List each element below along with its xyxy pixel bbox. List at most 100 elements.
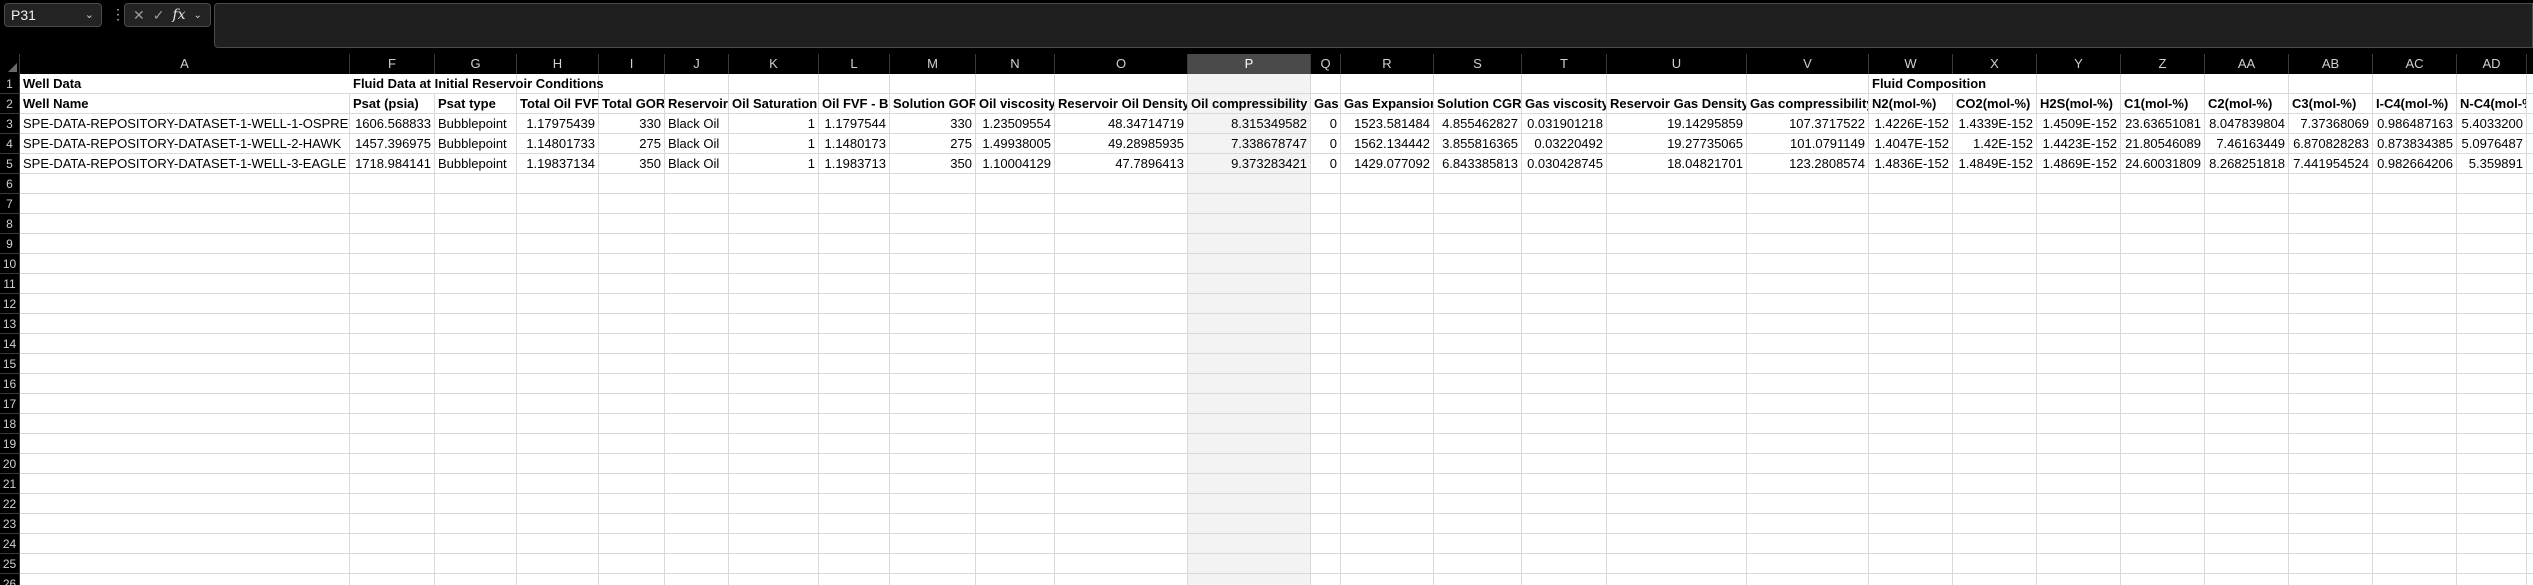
cell-o8[interactable] — [1055, 214, 1188, 233]
cell-a10[interactable] — [20, 254, 350, 273]
cell-q16[interactable] — [1311, 374, 1341, 393]
cell-t13[interactable] — [1522, 314, 1607, 333]
cell-r21[interactable] — [1341, 474, 1434, 493]
cell-w20[interactable] — [1869, 454, 1953, 473]
cell-s25[interactable] — [1434, 554, 1522, 573]
cell-a8[interactable] — [20, 214, 350, 233]
cell-v7[interactable] — [1747, 194, 1869, 213]
cell-z4[interactable]: 21.80546089 — [2121, 134, 2205, 153]
cell-r10[interactable] — [1341, 254, 1434, 273]
cell-ad7[interactable] — [2457, 194, 2527, 213]
cell-w16[interactable] — [1869, 374, 1953, 393]
cell-v18[interactable] — [1747, 414, 1869, 433]
cell-f19[interactable] — [350, 434, 435, 453]
cell-t9[interactable] — [1522, 234, 1607, 253]
cell-x15[interactable] — [1953, 354, 2037, 373]
cell-k15[interactable] — [729, 354, 819, 373]
cell-m17[interactable] — [890, 394, 976, 413]
cell-y13[interactable] — [2037, 314, 2121, 333]
cell-h15[interactable] — [517, 354, 599, 373]
cell-ab17[interactable] — [2289, 394, 2373, 413]
cell-ad14[interactable] — [2457, 334, 2527, 353]
cell-v3[interactable]: 107.3717522 — [1747, 114, 1869, 133]
cell-ab22[interactable] — [2289, 494, 2373, 513]
cell-v4[interactable]: 101.0791149 — [1747, 134, 1869, 153]
cell-ac16[interactable] — [2373, 374, 2457, 393]
cell-n18[interactable] — [976, 414, 1055, 433]
cell-j14[interactable] — [665, 334, 729, 353]
cell-i2[interactable]: Total GOR — [599, 94, 665, 113]
cell-q17[interactable] — [1311, 394, 1341, 413]
row-header-5[interactable]: 5 — [0, 154, 20, 174]
column-header-z[interactable]: Z — [2121, 54, 2205, 74]
row-header-6[interactable]: 6 — [0, 174, 20, 194]
cell-z2[interactable]: C1(mol-%) — [2121, 94, 2205, 113]
cell-j17[interactable] — [665, 394, 729, 413]
cell-q22[interactable] — [1311, 494, 1341, 513]
cell-a16[interactable] — [20, 374, 350, 393]
cell-o7[interactable] — [1055, 194, 1188, 213]
cell-u25[interactable] — [1607, 554, 1747, 573]
cell-ab11[interactable] — [2289, 274, 2373, 293]
cell-m24[interactable] — [890, 534, 976, 553]
cell-t10[interactable] — [1522, 254, 1607, 273]
cell-p1[interactable] — [1188, 74, 1311, 93]
cell-v8[interactable] — [1747, 214, 1869, 233]
cell-w6[interactable] — [1869, 174, 1953, 193]
cell-i3[interactable]: 330 — [599, 114, 665, 133]
cell-t3[interactable]: 0.031901218 — [1522, 114, 1607, 133]
cell-q3[interactable]: 0 — [1311, 114, 1341, 133]
cell-x12[interactable] — [1953, 294, 2037, 313]
cell-w2[interactable]: N2(mol-%) — [1869, 94, 1953, 113]
cell-r12[interactable] — [1341, 294, 1434, 313]
cell-a9[interactable] — [20, 234, 350, 253]
cell-i14[interactable] — [599, 334, 665, 353]
cancel-icon[interactable]: ✕ — [133, 7, 145, 24]
cell-q18[interactable] — [1311, 414, 1341, 433]
cell-a7[interactable] — [20, 194, 350, 213]
cell-aa5[interactable]: 8.268251818 — [2205, 154, 2289, 173]
cell-s17[interactable] — [1434, 394, 1522, 413]
cell-f2[interactable]: Psat (psia) — [350, 94, 435, 113]
cell-t18[interactable] — [1522, 414, 1607, 433]
row-header-12[interactable]: 12 — [0, 294, 20, 314]
cell-v22[interactable] — [1747, 494, 1869, 513]
cell-a5[interactable]: SPE-DATA-REPOSITORY-DATASET-1-WELL-3-EAG… — [20, 154, 350, 173]
cell-ab14[interactable] — [2289, 334, 2373, 353]
cell-x5[interactable]: 1.4849E-152 — [1953, 154, 2037, 173]
row-header-3[interactable]: 3 — [0, 114, 20, 134]
cell-p23[interactable] — [1188, 514, 1311, 533]
column-header-g[interactable]: G — [435, 54, 517, 74]
cell-s6[interactable] — [1434, 174, 1522, 193]
cell-g10[interactable] — [435, 254, 517, 273]
cell-j2[interactable]: Reservoir — [665, 94, 729, 113]
cell-y11[interactable] — [2037, 274, 2121, 293]
cell-a18[interactable] — [20, 414, 350, 433]
cell-y19[interactable] — [2037, 434, 2121, 453]
cell-k19[interactable] — [729, 434, 819, 453]
cell-ad15[interactable] — [2457, 354, 2527, 373]
cell-h22[interactable] — [517, 494, 599, 513]
cell-ac22[interactable] — [2373, 494, 2457, 513]
cell-i18[interactable] — [599, 414, 665, 433]
cell-z16[interactable] — [2121, 374, 2205, 393]
cell-f16[interactable] — [350, 374, 435, 393]
cell-ab6[interactable] — [2289, 174, 2373, 193]
cell-o20[interactable] — [1055, 454, 1188, 473]
cell-z18[interactable] — [2121, 414, 2205, 433]
cell-o3[interactable]: 48.34714719 — [1055, 114, 1188, 133]
cell-z22[interactable] — [2121, 494, 2205, 513]
cell-s8[interactable] — [1434, 214, 1522, 233]
cell-z19[interactable] — [2121, 434, 2205, 453]
cell-a17[interactable] — [20, 394, 350, 413]
column-header-ab[interactable]: AB — [2289, 54, 2373, 74]
cell-z8[interactable] — [2121, 214, 2205, 233]
cell-y12[interactable] — [2037, 294, 2121, 313]
cell-ab26[interactable] — [2289, 574, 2373, 585]
cell-q24[interactable] — [1311, 534, 1341, 553]
cell-k11[interactable] — [729, 274, 819, 293]
cell-r23[interactable] — [1341, 514, 1434, 533]
cell-z13[interactable] — [2121, 314, 2205, 333]
cell-ad17[interactable] — [2457, 394, 2527, 413]
cell-ab2[interactable]: C3(mol-%) — [2289, 94, 2373, 113]
